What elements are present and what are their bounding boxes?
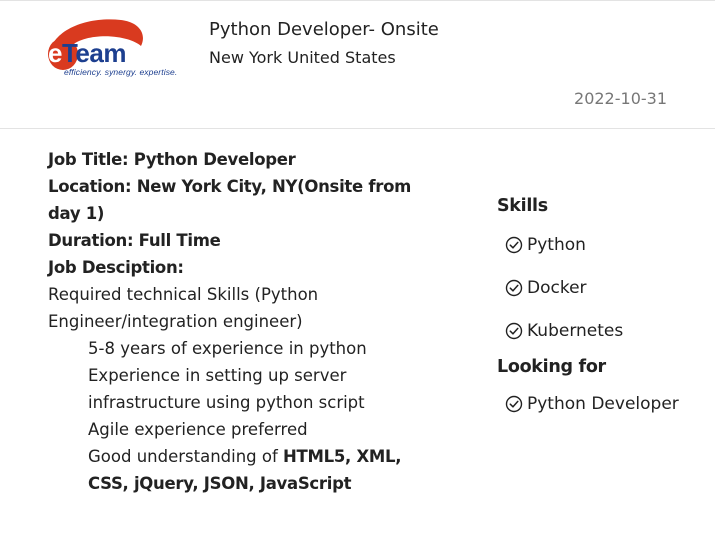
check-circle-icon <box>505 395 523 412</box>
list-item-text: Good understanding of <box>88 447 284 466</box>
duration-line: Duration: Full Time <box>48 231 221 250</box>
logo-tagline: efficiency. synergy. expertise. <box>64 67 178 77</box>
job-description-label: Job Desciption: <box>48 258 184 277</box>
job-header: eTeam efficiency. synergy. expertise. Py… <box>0 1 715 129</box>
skill-item[interactable]: Docker <box>497 266 707 309</box>
list-item: 5-8 years of experience in python <box>88 339 367 358</box>
location-line: Location: New York City, NY(Onsite from … <box>48 177 411 223</box>
required-skills-line: Required technical Skills (Python Engine… <box>48 285 319 331</box>
looking-for-label: Python Developer <box>527 393 679 414</box>
check-circle-icon <box>505 322 523 339</box>
check-circle-icon <box>505 279 523 296</box>
job-heading: Python Developer- Onsite <box>209 19 439 40</box>
skill-label: Python <box>527 234 586 255</box>
requirements-list: 5-8 years of experience in python Experi… <box>48 335 438 497</box>
skill-item[interactable]: Kubernetes <box>497 309 707 352</box>
skill-item[interactable]: Python <box>497 223 707 266</box>
looking-for-item[interactable]: Python Developer <box>497 382 707 425</box>
skill-label: Kubernetes <box>527 320 624 341</box>
logo-wordmark: eTeam <box>48 38 126 68</box>
sidebar: Skills Python Docker Kubernetes Looking … <box>497 191 707 425</box>
company-logo[interactable]: eTeam efficiency. synergy. expertise. <box>47 16 177 80</box>
check-circle-icon <box>505 236 523 253</box>
skills-heading: Skills <box>497 196 548 216</box>
skill-label: Docker <box>527 277 587 298</box>
job-title-line: Job Title: Python Developer <box>48 150 296 169</box>
list-item: Agile experience preferred <box>88 420 308 439</box>
list-item: Good understanding of HTML5, XML, CSS, j… <box>88 443 438 497</box>
job-location: New York United States <box>209 48 396 67</box>
list-item: Experience in setting up server infrastr… <box>88 366 365 412</box>
job-description: Job Title: Python Developer Location: Ne… <box>48 146 438 497</box>
posted-date: 2022-10-31 <box>574 89 667 108</box>
job-posting-page: eTeam efficiency. synergy. expertise. Py… <box>0 0 715 544</box>
looking-for-heading: Looking for <box>497 357 606 377</box>
